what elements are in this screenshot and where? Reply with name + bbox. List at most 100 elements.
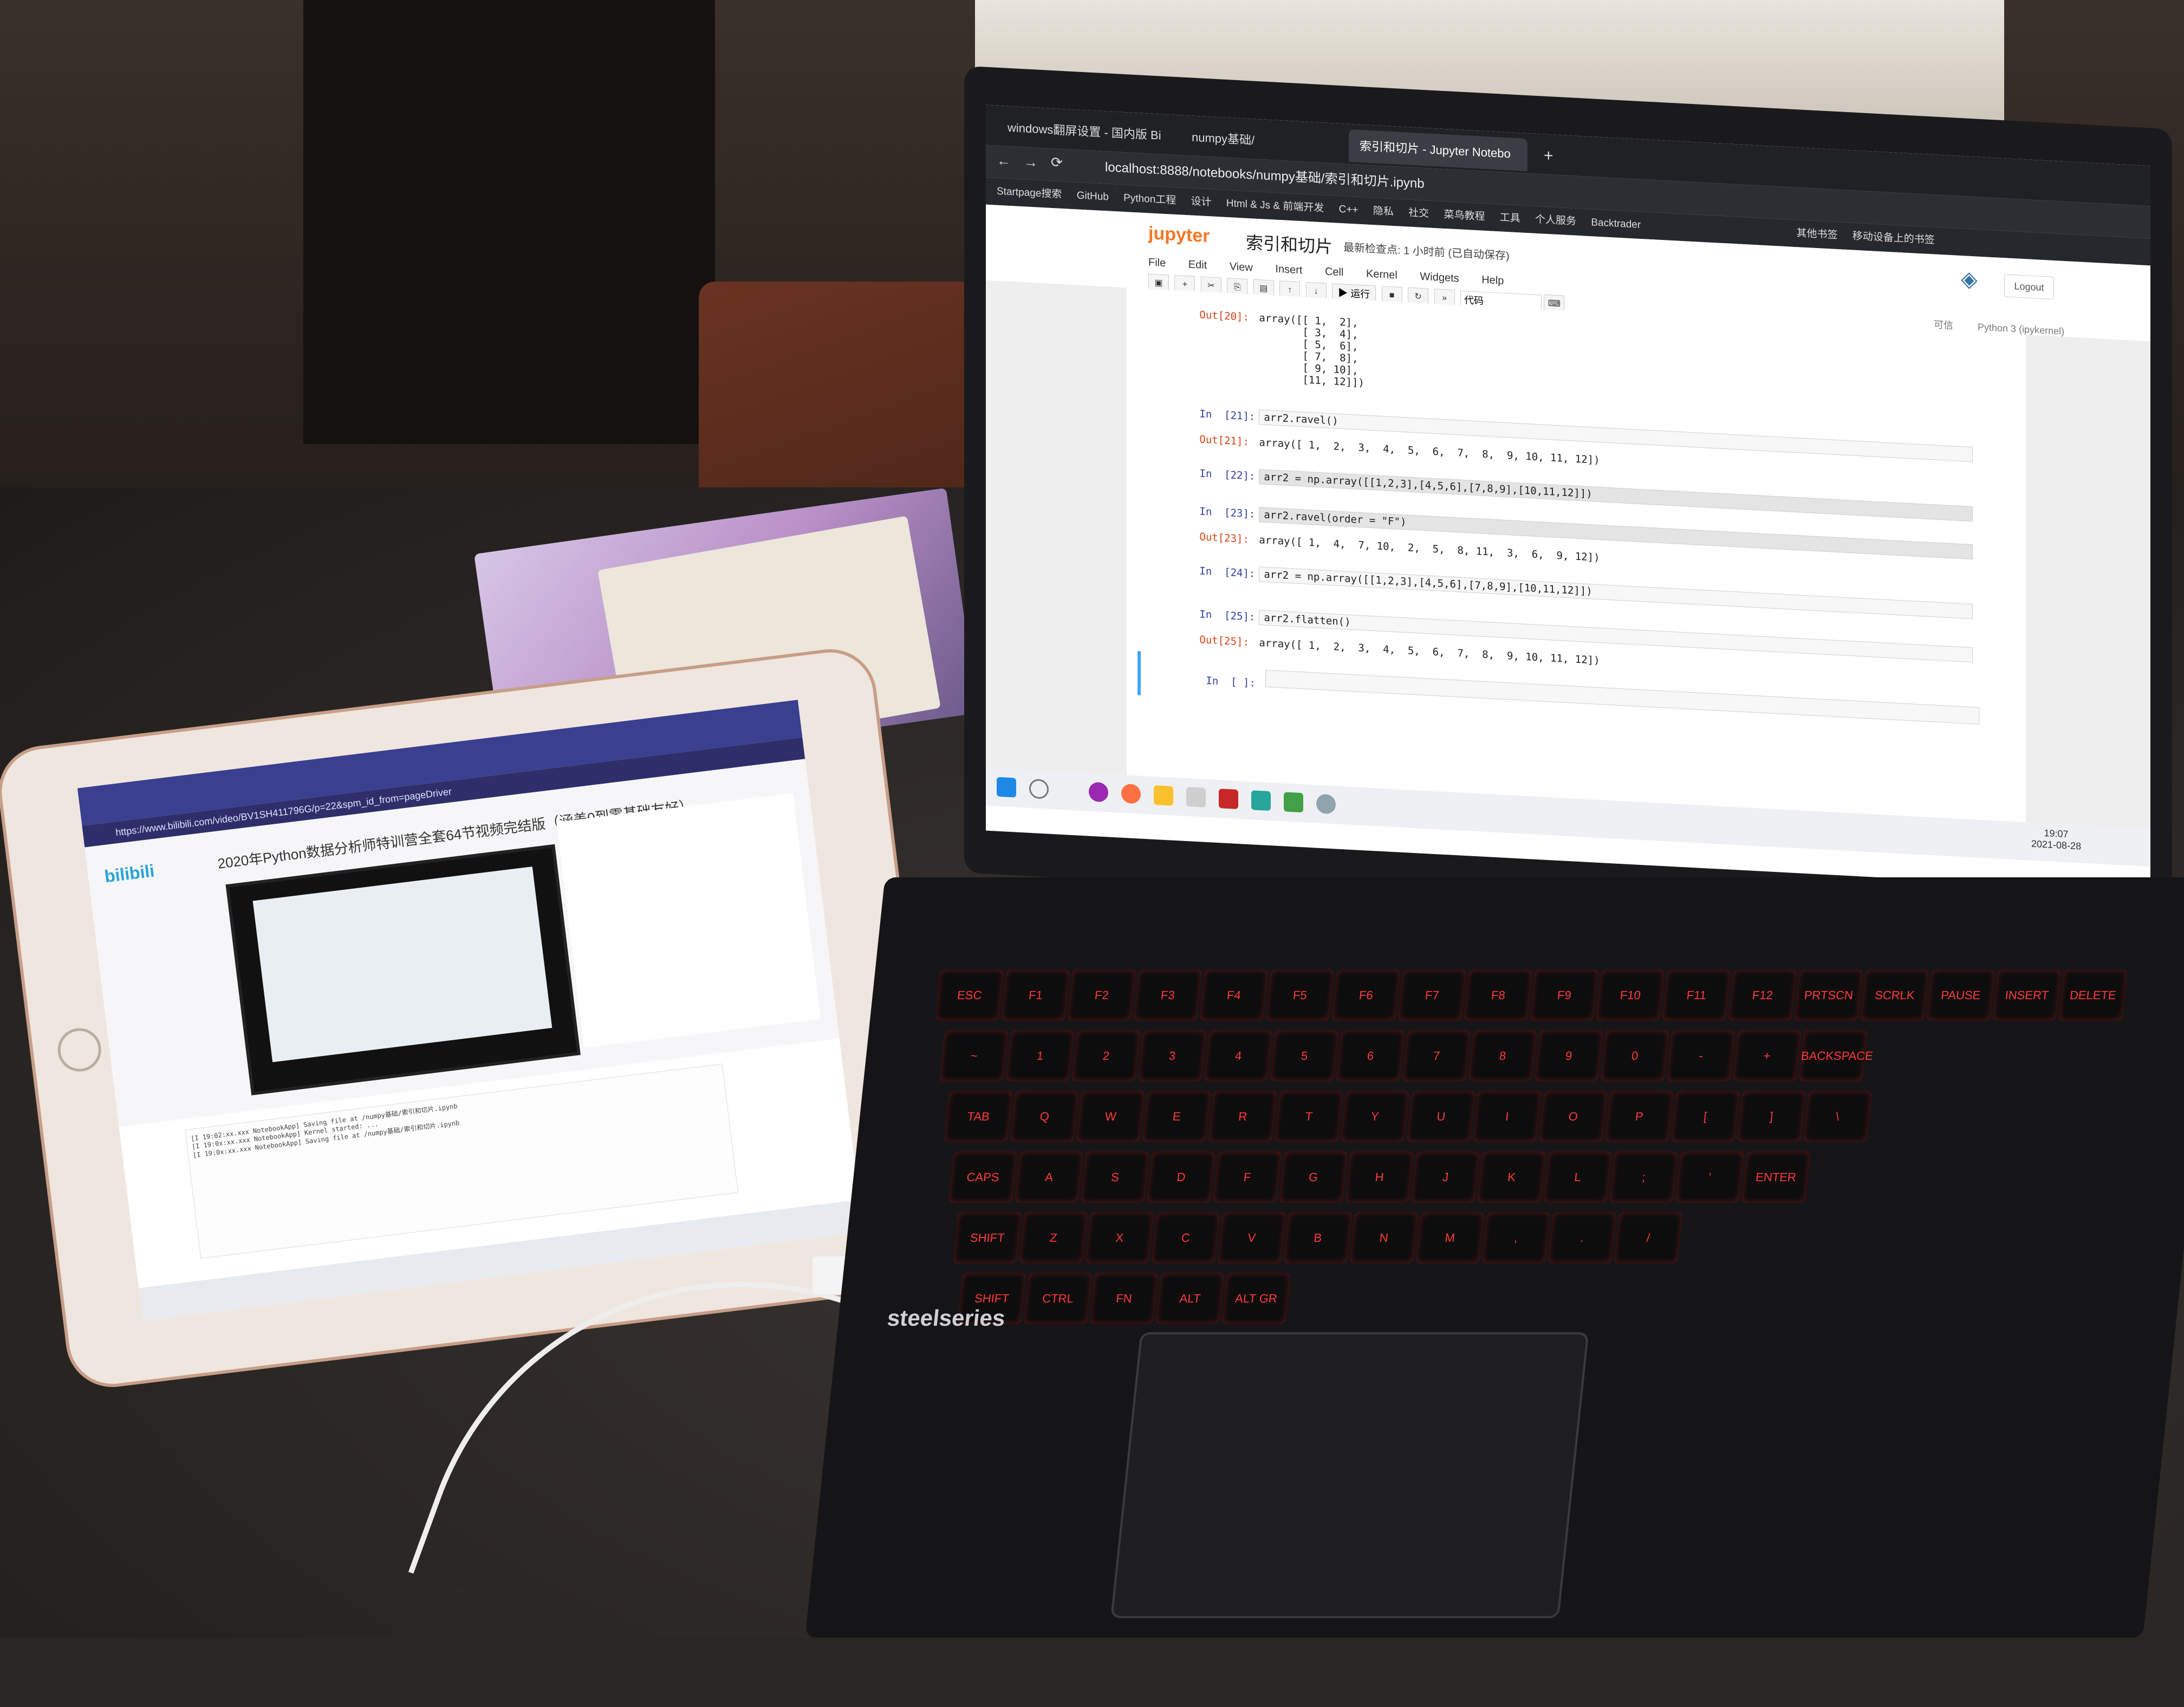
keyboard-key[interactable]: ; (1609, 1151, 1679, 1203)
menu-edit[interactable]: Edit (1188, 258, 1207, 271)
keyboard-key[interactable]: 0 (1600, 1030, 1670, 1081)
menu-view[interactable]: View (1230, 260, 1253, 273)
bookmark[interactable]: Python工程 (1123, 185, 1176, 214)
keyboard-key[interactable]: INSERT (1992, 969, 2062, 1021)
keyboard-key[interactable]: 7 (1402, 1030, 1472, 1081)
back-icon[interactable]: ← (997, 152, 1011, 170)
keyboard-key[interactable]: V (1217, 1212, 1286, 1263)
tab-numpy[interactable]: numpy基础/ (1181, 121, 1343, 162)
keyboard-key[interactable]: PRTSCN (1793, 969, 1863, 1021)
bookmark[interactable]: 工具 (1500, 204, 1520, 232)
keyboard-key[interactable]: 5 (1270, 1030, 1340, 1081)
menu-file[interactable]: File (1148, 256, 1166, 269)
keyboard-key[interactable]: L (1543, 1151, 1613, 1203)
keyboard-key[interactable]: T (1274, 1091, 1344, 1142)
keyboard-key[interactable]: . (1547, 1212, 1617, 1263)
keyboard-key[interactable]: X (1084, 1212, 1154, 1263)
keyboard-key[interactable]: 3 (1138, 1030, 1207, 1081)
keyboard-key[interactable]: Z (1018, 1212, 1088, 1263)
app-icon[interactable] (1089, 781, 1108, 803)
keyboard-key[interactable]: \ (1803, 1091, 1873, 1142)
keyboard-key[interactable]: P (1604, 1091, 1674, 1142)
notebook-name[interactable]: 索引和切片 (1246, 229, 1332, 258)
menu-help[interactable]: Help (1481, 274, 1504, 287)
taskbar-clock[interactable]: 19:07 2021-08-28 (2031, 827, 2081, 852)
keyboard-key[interactable]: [ (1670, 1091, 1740, 1142)
trackpad[interactable] (1110, 1332, 1589, 1618)
keyboard-key[interactable]: ALT GR (1221, 1273, 1291, 1324)
keyboard-key[interactable]: I (1472, 1091, 1542, 1142)
keyboard-key[interactable]: + (1732, 1030, 1802, 1081)
keyboard-key[interactable]: O (1538, 1091, 1608, 1142)
bookmark[interactable]: 个人服务 (1535, 206, 1576, 236)
keyboard-key[interactable]: - (1666, 1030, 1736, 1081)
keyboard-key[interactable]: E (1142, 1091, 1212, 1142)
keyboard-key[interactable]: ~ (939, 1030, 1009, 1081)
search-icon[interactable] (1029, 778, 1049, 799)
firefox-icon[interactable] (1121, 783, 1141, 804)
keyboard-key[interactable]: SHIFT (952, 1212, 1022, 1263)
code-input[interactable] (1265, 669, 1980, 725)
keyboard-key[interactable]: B (1283, 1212, 1353, 1263)
keyboard-key[interactable]: 4 (1204, 1030, 1273, 1081)
keyboard-key[interactable]: F10 (1595, 969, 1665, 1021)
bookmark[interactable]: GitHub (1077, 182, 1109, 211)
keyboard-key[interactable]: 1 (1005, 1030, 1075, 1081)
video-player[interactable] (225, 844, 581, 1096)
keyboard-key[interactable]: CTRL (1023, 1273, 1093, 1324)
keyboard-key[interactable]: W (1076, 1091, 1146, 1142)
keyboard-key[interactable]: D (1146, 1151, 1216, 1203)
keyboard-key[interactable]: G (1278, 1151, 1348, 1203)
keyboard-key[interactable]: PAUSE (1926, 969, 1995, 1021)
app-icon[interactable] (1219, 789, 1238, 810)
new-tab-button[interactable]: + (1533, 139, 1560, 173)
reload-icon[interactable]: ⟳ (1051, 154, 1063, 171)
keyboard-key[interactable]: F5 (1265, 969, 1335, 1021)
bookmark-mobile[interactable]: 移动设备上的书签 (1852, 223, 1935, 255)
keyboard-key[interactable]: F12 (1727, 969, 1797, 1021)
pycharm-icon[interactable] (1284, 792, 1303, 813)
bookmark[interactable]: C++ (1339, 196, 1358, 224)
keyboard-key[interactable]: ' (1675, 1151, 1745, 1203)
keyboard-key[interactable]: F6 (1331, 969, 1401, 1021)
keyboard-key[interactable]: , (1481, 1212, 1551, 1263)
bookmark[interactable]: 社交 (1408, 200, 1429, 228)
keyboard-key[interactable]: F11 (1661, 969, 1731, 1021)
file-explorer-icon[interactable] (1154, 785, 1173, 806)
keyboard-key[interactable]: F8 (1463, 969, 1533, 1021)
keyboard-key[interactable]: F9 (1529, 969, 1599, 1021)
app-icon[interactable] (1251, 790, 1271, 811)
keyboard-key[interactable]: 6 (1336, 1030, 1406, 1081)
keyboard-key[interactable]: 8 (1468, 1030, 1538, 1081)
keyboard-key[interactable]: H (1344, 1151, 1414, 1203)
menu-kernel[interactable]: Kernel (1366, 268, 1398, 281)
keyboard-key[interactable]: K (1477, 1151, 1546, 1203)
keyboard-key[interactable]: J (1410, 1151, 1480, 1203)
keyboard-key[interactable]: R (1208, 1091, 1278, 1142)
keyboard-key[interactable]: N (1349, 1212, 1419, 1263)
keyboard-key[interactable]: CAPS LOCK (948, 1151, 1018, 1235)
keyboard-key[interactable]: TAB (944, 1091, 1013, 1142)
bookmark[interactable]: Startpage搜索 (997, 178, 1062, 209)
keyboard-key[interactable]: ] (1737, 1091, 1806, 1142)
settings-icon[interactable] (1316, 793, 1336, 815)
keyboard-key[interactable]: F2 (1067, 969, 1136, 1021)
keyboard-key[interactable]: Y (1340, 1091, 1410, 1142)
keyboard-key[interactable]: S (1080, 1151, 1150, 1203)
menu-widgets[interactable]: Widgets (1420, 271, 1459, 285)
keyboard-key[interactable]: 9 (1534, 1030, 1604, 1081)
menu-insert[interactable]: Insert (1275, 263, 1302, 277)
keyboard-key[interactable]: M (1415, 1212, 1485, 1263)
jupyter-logo[interactable]: jupyter (1148, 223, 1210, 247)
bookmark[interactable]: Backtrader (1591, 209, 1641, 239)
keyboard-key[interactable]: ALT (1155, 1273, 1225, 1324)
playlist-panel[interactable] (556, 793, 821, 1048)
windows-start-icon[interactable] (997, 777, 1016, 798)
keyboard-key[interactable]: F3 (1133, 969, 1202, 1021)
bookmark[interactable]: 菜鸟教程 (1444, 201, 1485, 231)
keyboard-key[interactable]: C (1150, 1212, 1220, 1263)
keyboard-key[interactable]: DELETE (2058, 969, 2128, 1021)
keyboard-key[interactable]: U (1406, 1091, 1476, 1142)
logout-button[interactable]: Logout (2004, 274, 2054, 300)
keyboard-key[interactable]: Q (1010, 1091, 1080, 1142)
